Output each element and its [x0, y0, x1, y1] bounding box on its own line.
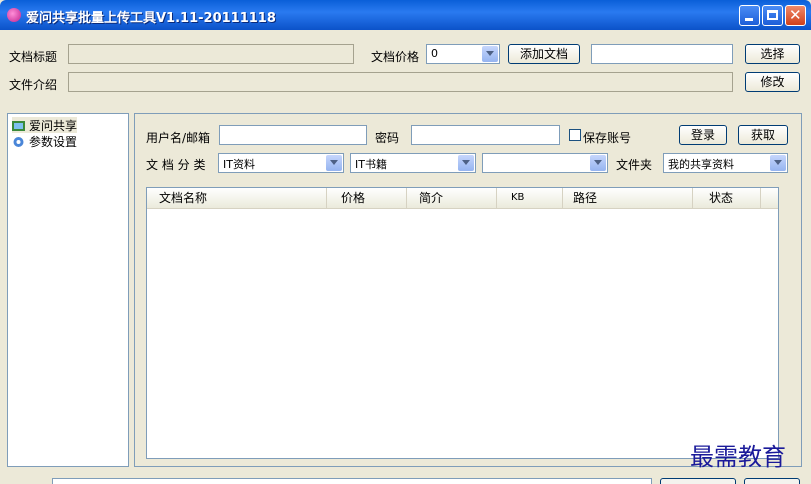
save-account-checkbox[interactable]: [569, 129, 581, 141]
select-button[interactable]: 选择: [745, 44, 800, 64]
column-header-path[interactable]: 路径: [563, 188, 693, 208]
chevron-down-icon[interactable]: [590, 155, 606, 171]
title-bar[interactable]: 爱问共享批量上传工具V1.11-20111118 ✕: [0, 0, 811, 30]
category-select-3[interactable]: [482, 153, 608, 173]
price-label: 文档价格: [371, 50, 420, 64]
table-header: 文档名称 价格 简介 KB 路径 状态: [147, 188, 778, 209]
sidebar-item-label: 参数设置: [29, 135, 78, 149]
category-select-2[interactable]: IT书籍: [350, 153, 476, 173]
sidebar-tree: 爱问共享 参数设置: [7, 113, 129, 467]
doc-title-label: 文档标题: [9, 50, 58, 64]
close-icon: ✕: [789, 6, 802, 24]
category-select-1-value: IT资料: [223, 158, 255, 171]
status-field: [52, 478, 652, 484]
price-select-value: 0: [431, 47, 438, 60]
column-header-intro[interactable]: 简介: [407, 188, 497, 208]
price-select[interactable]: 0: [426, 44, 500, 64]
share-icon: [12, 120, 25, 132]
column-header-name[interactable]: 文档名称: [147, 188, 327, 208]
category-select-1[interactable]: IT资料: [218, 153, 344, 173]
watermark-text: 最需教育: [690, 443, 786, 471]
column-header-kb[interactable]: KB: [497, 188, 563, 208]
chevron-down-icon[interactable]: [770, 155, 786, 171]
sidebar-item-label: 爱问共享: [29, 119, 78, 133]
window-title: 爱问共享批量上传工具V1.11-20111118: [26, 11, 276, 26]
document-table[interactable]: 文档名称 价格 简介 KB 路径 状态: [146, 187, 779, 459]
category-label: 文 档 分 类: [146, 158, 206, 172]
close-button[interactable]: ✕: [785, 5, 806, 26]
chevron-down-icon[interactable]: [458, 155, 474, 171]
column-header-status[interactable]: 状态: [693, 188, 761, 208]
sidebar-item-settings[interactable]: 参数设置: [12, 133, 77, 149]
sidebar-item-share[interactable]: 爱问共享: [12, 117, 78, 133]
username-label: 用户名/邮箱: [146, 131, 211, 145]
folder-label: 文件夹: [616, 158, 653, 172]
file-path-field[interactable]: [591, 44, 733, 64]
gear-icon: [12, 136, 25, 148]
folder-select[interactable]: 我的共享资料: [663, 153, 788, 173]
intro-field[interactable]: [68, 72, 733, 92]
chevron-down-icon[interactable]: [326, 155, 342, 171]
password-field[interactable]: [411, 125, 560, 145]
intro-label: 文件介绍: [9, 78, 58, 92]
status-button-2[interactable]: [744, 478, 800, 484]
password-label: 密码: [375, 131, 400, 145]
column-header-price[interactable]: 价格: [327, 188, 407, 208]
edit-button[interactable]: 修改: [745, 72, 800, 92]
fetch-button[interactable]: 获取: [738, 125, 788, 145]
category-select-2-value: IT书籍: [355, 158, 387, 171]
doc-title-field[interactable]: [68, 44, 354, 64]
minimize-button[interactable]: [739, 5, 760, 26]
chevron-down-icon[interactable]: [482, 46, 498, 62]
save-account-label: 保存账号: [583, 131, 632, 145]
maximize-button[interactable]: [762, 5, 783, 26]
add-document-button[interactable]: 添加文档: [508, 44, 580, 64]
app-icon: [7, 8, 21, 22]
login-button[interactable]: 登录: [679, 125, 727, 145]
main-window: 爱问共享批量上传工具V1.11-20111118 ✕ 文档标题 文档价格 0 添…: [0, 0, 811, 484]
folder-select-value: 我的共享资料: [668, 158, 734, 171]
status-button-1[interactable]: [660, 478, 736, 484]
username-field[interactable]: [219, 125, 367, 145]
